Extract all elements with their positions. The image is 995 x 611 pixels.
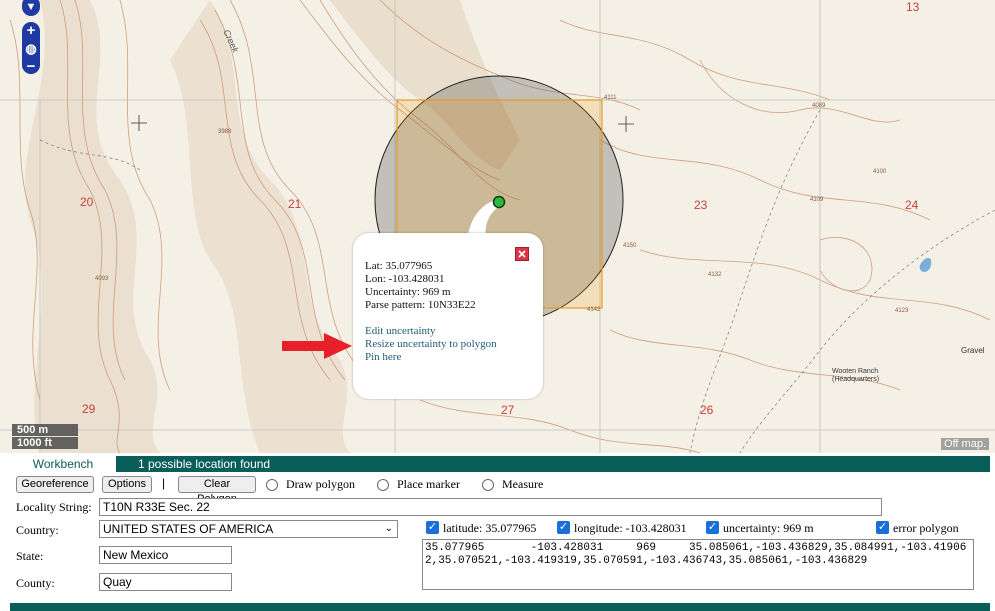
longitude-checkbox[interactable]: ✓ [557, 521, 570, 534]
country-value: UNITED STATES OF AMERICA [103, 522, 274, 536]
elevation-label: 4093 [95, 276, 109, 282]
section-number: 29 [82, 402, 96, 416]
elevation-label: 4100 [873, 169, 887, 175]
county-input[interactable]: Quay [99, 573, 232, 591]
elevation-label: 4132 [708, 272, 722, 278]
error-polygon-checkbox[interactable]: ✓ [876, 521, 889, 534]
locality-input[interactable]: T10N R33E Sec. 22 [99, 498, 882, 516]
chevron-down-icon[interactable]: ▼ [22, 0, 40, 14]
popup-lat: Lat: 35.077965 [365, 260, 433, 272]
location-popup: Lat: 35.077965 Lon: -103.428031 Uncertai… [353, 233, 543, 399]
country-label: Country: [16, 523, 59, 537]
section-number: 27 [501, 403, 515, 417]
scale-bar: 500 m 1000 ft [12, 424, 78, 450]
toolbar-separator: | [162, 476, 166, 490]
county-label: County: [16, 576, 55, 590]
zoom-control[interactable]: + ◍ − [22, 22, 40, 76]
ranch-sublabel: (Headquarters) [832, 376, 880, 383]
uncertainty-check-label: uncertainty: 969 m [723, 521, 814, 535]
red-arrow-icon [282, 333, 352, 359]
state-input[interactable]: New Mexico [99, 546, 232, 564]
latitude-check-label: latitude: 35.077965 [443, 521, 537, 535]
section-number: 20 [80, 195, 94, 209]
longitude-check-label: longitude: -103.428031 [574, 521, 687, 535]
place-marker-label: Place marker [397, 477, 460, 491]
offmap-label[interactable]: Off map. [941, 438, 989, 450]
map-view[interactable]: 13 20 21 23 24 29 27 26 3988 4093 4111 4… [0, 0, 995, 453]
bottom-bar [10, 603, 990, 611]
section-number: 13 [906, 0, 920, 14]
zoom-out-icon[interactable]: − [22, 58, 40, 76]
elevation-label: 4109 [810, 197, 824, 203]
clear-polygon-button[interactable]: Clear Polygon [178, 476, 256, 505]
section-number: 21 [288, 197, 302, 211]
popup-uncertainty: Uncertainty: 969 m [365, 286, 451, 298]
locality-label: Locality String: [16, 500, 92, 514]
gravel-label: Gravel [961, 346, 985, 355]
elevation-label: 4089 [812, 103, 826, 109]
scale-imperial: 1000 ft [12, 437, 78, 449]
edit-uncertainty-link[interactable]: Edit uncertainty [365, 325, 436, 337]
elevation-label: 3988 [218, 129, 232, 135]
pan-control[interactable]: ▼ [22, 0, 40, 16]
close-icon[interactable] [515, 247, 529, 261]
workbench-panel: Workbench 1 possible location found Geor… [0, 453, 995, 611]
uncertainty-checkbox[interactable]: ✓ [706, 521, 719, 534]
elevation-label: 4150 [623, 243, 637, 249]
section-number: 23 [694, 198, 708, 212]
elevation-label: 4142 [587, 307, 601, 313]
elevation-label: 4123 [895, 308, 909, 314]
options-button[interactable]: Options [102, 476, 152, 493]
pin-here-link[interactable]: Pin here [365, 351, 401, 363]
ranch-label: Wooten Ranch [832, 368, 879, 375]
draw-polygon-radio[interactable] [266, 479, 278, 491]
elevation-label: 4111 [604, 95, 617, 101]
georeference-button[interactable]: Georeference [16, 476, 94, 493]
section-number: 24 [905, 198, 919, 212]
latitude-checkbox[interactable]: ✓ [426, 521, 439, 534]
popup-parse-pattern: Parse pattern: 10N33E22 [365, 299, 476, 311]
scale-metric: 500 m [12, 424, 78, 436]
draw-polygon-label: Draw polygon [286, 477, 355, 491]
measure-radio[interactable] [482, 479, 494, 491]
resize-uncertainty-link[interactable]: Resize uncertainty to polygon [365, 338, 497, 350]
result-textarea[interactable]: 35.077965 -103.428031 969 35.085061,-103… [422, 539, 974, 590]
state-label: State: [16, 549, 44, 563]
globe-icon[interactable]: ◍ [22, 40, 40, 58]
status-message: 1 possible location found [138, 457, 271, 471]
error-polygon-check-label: error polygon [893, 521, 959, 535]
popup-lon: Lon: -103.428031 [365, 273, 445, 285]
measure-label: Measure [502, 477, 544, 491]
zoom-in-icon[interactable]: + [22, 22, 40, 40]
country-select[interactable]: UNITED STATES OF AMERICA ⌄ [99, 520, 398, 538]
chevron-down-icon: ⌄ [384, 523, 393, 534]
place-marker-radio[interactable] [377, 479, 389, 491]
tab-workbench[interactable]: Workbench [10, 456, 116, 472]
section-number: 26 [700, 403, 714, 417]
